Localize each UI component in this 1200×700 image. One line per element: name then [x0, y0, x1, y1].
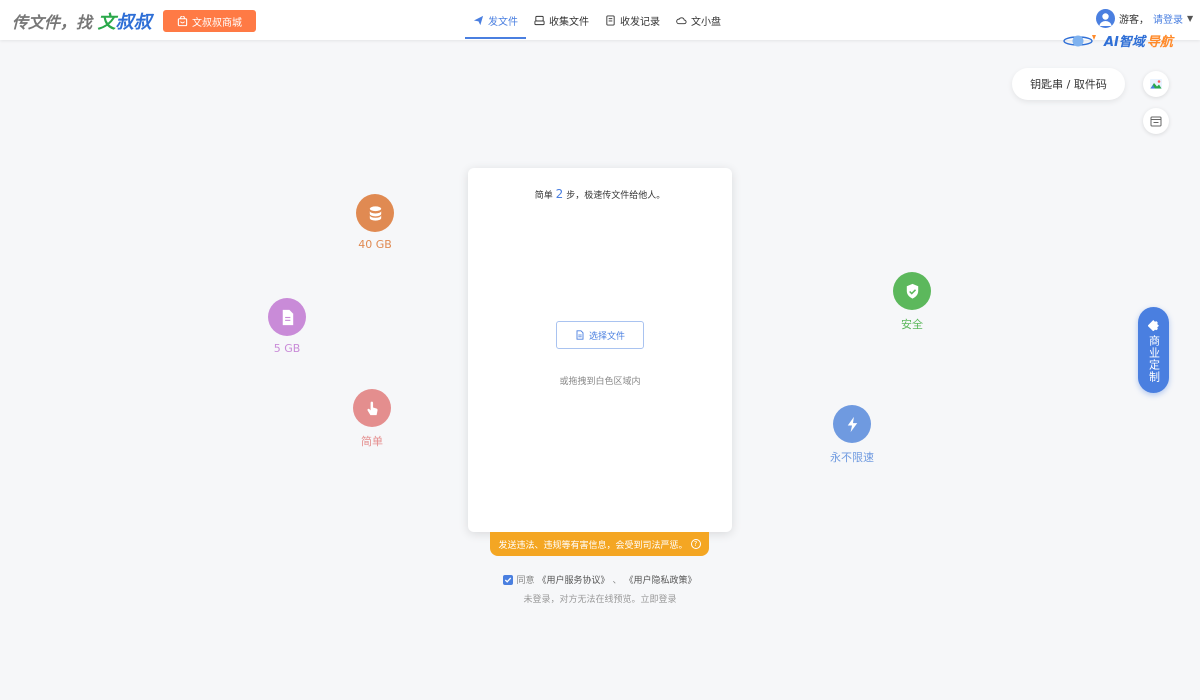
mall-button-label: 文叔叔商城 [192, 17, 242, 29]
tab-cloud-disk-label: 文小盘 [691, 16, 721, 28]
cloud-disk-icon [676, 16, 687, 24]
header: 传文件，找 文叔叔 文叔叔商城 发文件 收集文件 收发记录 文小盘 游客， 请登… [0, 0, 1200, 40]
card-title: 简单 2 步，极速传文件给他人。 [468, 187, 732, 201]
record-icon [606, 14, 615, 26]
feature-unlimited-speed-circle [833, 405, 871, 443]
login-link[interactable]: 请登录 [1153, 11, 1183, 26]
shield-icon [906, 283, 918, 299]
select-file-button[interactable]: 选择文件 [556, 321, 644, 349]
mall-button[interactable]: 文叔叔商城 [163, 10, 256, 32]
file-icon [576, 330, 584, 340]
feature-simple: 简单 [332, 389, 412, 449]
feature-5gb-label: 5 GB [273, 342, 301, 355]
send-icon [473, 15, 484, 25]
brand-blue: 叔叔 [115, 12, 152, 33]
business-custom-label: 商业定制 [1147, 335, 1161, 383]
drop-hint: 或拖拽到白色区域内 [559, 377, 641, 387]
document-icon [282, 309, 293, 325]
feature-40gb: 40 GB [335, 194, 415, 251]
tab-collect-files-label: 收集文件 [549, 16, 589, 28]
tab-records[interactable]: 收发记录 [597, 0, 668, 40]
legal-warning-bar: 发送违法、违规等有害信息，会受到司法严惩。 ? [490, 532, 709, 556]
collect-icon [534, 15, 545, 25]
calendar-icon [1150, 116, 1162, 127]
agree-label: 同意 [516, 576, 535, 586]
chevron-down-icon[interactable]: ▼ [1187, 14, 1193, 23]
keychain-pickup-code-button[interactable]: 钥匙串 / 取件码 [1012, 68, 1125, 100]
brand-prefix: 传文件，找 [12, 13, 93, 32]
feature-unlimited-speed-label: 永不限速 [830, 451, 874, 464]
ai-logo-prefix: AI智域 [1104, 35, 1145, 50]
card-title-before: 简单 [534, 191, 553, 201]
agree-checkbox[interactable] [503, 574, 514, 585]
agreement-row: 同意 《用户服务协议》 、 《用户隐私政策》 [0, 573, 1200, 586]
agreement-separator: 、 [612, 576, 622, 586]
calendar-button[interactable] [1143, 108, 1169, 134]
tab-collect-files[interactable]: 收集文件 [526, 0, 597, 40]
shop-icon [177, 15, 188, 26]
card-title-after: 步，极速传文件给他人。 [566, 191, 666, 201]
tab-send-file-label: 发文件 [488, 16, 518, 28]
card-title-step: 2 [555, 187, 564, 201]
service-agreement-link[interactable]: 《用户服务协议》 [537, 573, 609, 586]
feature-secure-circle [893, 272, 931, 310]
guest-label: 游客， [1119, 15, 1149, 26]
brand-logo[interactable]: 传文件，找 文叔叔 [12, 8, 152, 34]
feature-40gb-label: 40 GB [358, 238, 392, 251]
ai-nav-logo[interactable]: AI智域 导航 [1062, 31, 1173, 50]
privacy-policy-link[interactable]: 《用户隐私政策》 [625, 573, 697, 586]
feature-simple-label: 简单 [361, 435, 383, 448]
avatar-icon[interactable] [1096, 9, 1115, 28]
brand-strong: 文叔叔 [98, 12, 152, 33]
ai-logo-suffix: 导航 [1146, 35, 1173, 50]
select-file-label: 选择文件 [588, 331, 625, 342]
feature-5gb-circle [268, 298, 306, 336]
globe-icon [1063, 34, 1096, 46]
image-button[interactable] [1143, 71, 1169, 97]
feature-5gb: 5 GB [247, 298, 327, 355]
main-nav: 发文件 收集文件 收发记录 文小盘 [465, 0, 729, 40]
upload-card[interactable]: 简单 2 步，极速传文件给他人。 选择文件 或拖拽到白色区域内 [468, 168, 732, 532]
user-area: 游客， 请登录 ▼ [1096, 9, 1193, 28]
feature-40gb-circle [356, 194, 394, 232]
brand-green: 文 [97, 12, 116, 33]
feature-simple-circle [353, 389, 391, 427]
lightning-icon [847, 416, 857, 432]
puzzle-icon [1147, 320, 1159, 331]
tap-icon [366, 401, 378, 415]
tab-records-label: 收发记录 [620, 16, 660, 28]
tab-send-file[interactable]: 发文件 [465, 0, 526, 40]
feature-unlimited-speed: 永不限速 [812, 405, 892, 465]
tab-cloud-disk[interactable]: 文小盘 [668, 0, 729, 40]
feature-secure: 安全 [872, 272, 952, 332]
business-custom-tab[interactable]: 商业定制 [1138, 307, 1169, 393]
database-icon [369, 205, 381, 221]
login-hint[interactable]: 未登录，对方无法在线预览。立即登录 [0, 592, 1200, 605]
image-icon [1150, 79, 1162, 89]
feature-secure-label: 安全 [901, 318, 923, 331]
legal-warning-text: 发送违法、违规等有害信息，会受到司法严惩。 [498, 540, 688, 551]
help-icon[interactable]: ? [690, 539, 701, 549]
